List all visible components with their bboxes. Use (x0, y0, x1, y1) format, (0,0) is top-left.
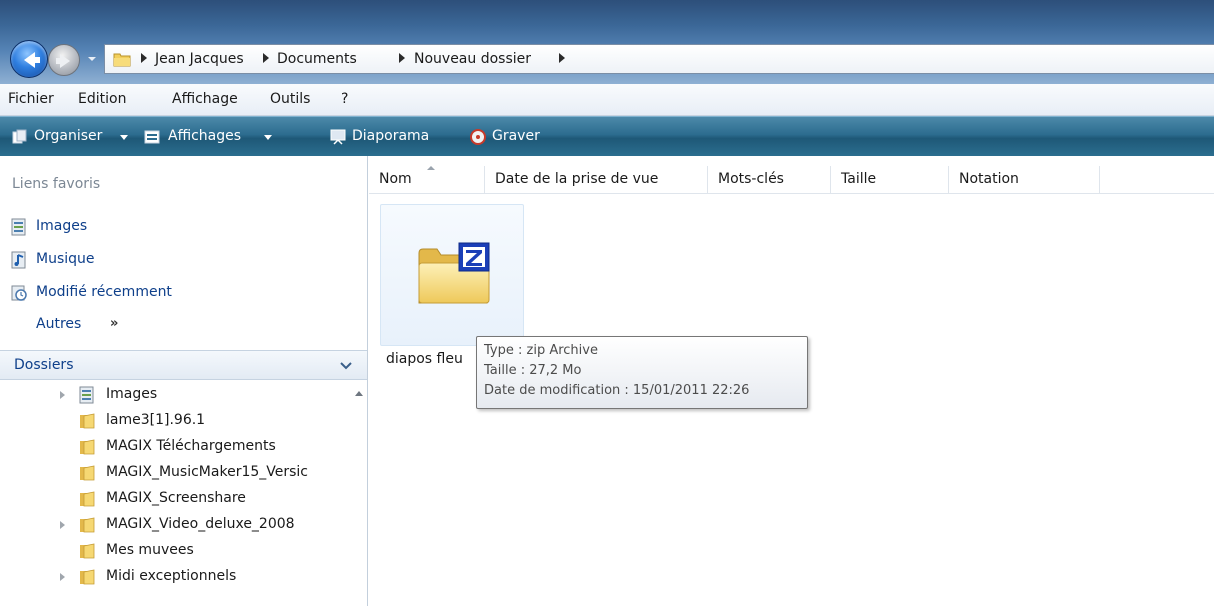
tree-item-label: Mes muvees (106, 542, 194, 558)
column-label: Taille (841, 171, 877, 187)
navigation-pane: Liens favoris Images Musique Modifié réc… (0, 156, 368, 606)
recent-icon (11, 285, 27, 301)
graver-label: Graver (492, 128, 540, 144)
column-taille[interactable]: Taille (831, 166, 949, 194)
menu-help[interactable]: ? (341, 91, 348, 107)
address-bar: Jean Jacques Documents Nouveau dossier (0, 0, 1214, 84)
tree-item-label: MAGIX_Screenshare (106, 490, 246, 506)
menu-bar: Fichier Edition Affichage Outils ? (0, 84, 1214, 116)
organiser-icon (12, 129, 27, 144)
forward-button[interactable] (48, 44, 80, 76)
views-icon (144, 130, 160, 144)
folder-icon (80, 491, 95, 507)
folder-tree: Images lame3[1].96.1 MAGIX Téléchargements… (0, 381, 350, 606)
folder-icon (80, 413, 95, 429)
menu-affichage[interactable]: Affichage (172, 91, 238, 107)
expand-arrow-icon[interactable] (60, 521, 65, 529)
tree-item[interactable]: MAGIX_Video_deluxe_2008 (0, 512, 350, 538)
address-field[interactable]: Jean Jacques Documents Nouveau dossier (104, 44, 1214, 74)
breadcrumb-jean-jacques[interactable]: Jean Jacques (155, 51, 244, 67)
tree-item[interactable]: Midi exceptionnels (0, 564, 350, 590)
column-nom[interactable]: Nom (369, 166, 485, 194)
file-list-pane: Nom Date de la prise de vue Mots-clés Ta… (369, 156, 1214, 606)
history-dropdown[interactable] (86, 52, 98, 66)
chevron-down-icon (88, 57, 96, 61)
tree-item[interactable]: Images (0, 382, 350, 408)
tooltip-size: Taille : 27,2 Mo (484, 363, 582, 378)
file-name[interactable]: diapos fleu (386, 351, 463, 367)
menu-fichier[interactable]: Fichier (8, 91, 54, 107)
command-bar: Organiser Affichages Diaporama Graver (0, 116, 1214, 156)
images-folder-icon (79, 386, 94, 404)
breadcrumb-nouveau-dossier[interactable]: Nouveau dossier (414, 51, 531, 67)
menu-edition[interactable]: Edition (78, 91, 126, 107)
back-arrow-icon (24, 52, 40, 68)
tooltip-modified: Date de modification : 15/01/2011 22:26 (484, 383, 750, 398)
tree-item-label: MAGIX Téléchargements (106, 438, 276, 454)
expand-arrow-icon[interactable] (60, 391, 65, 399)
folders-header[interactable]: Dossiers (0, 350, 367, 380)
breadcrumb-separator-icon (263, 53, 269, 63)
zip-folder-icon (418, 242, 490, 304)
sort-ascending-icon (427, 166, 435, 170)
affichages-label: Affichages (168, 128, 242, 144)
folders-label: Dossiers (14, 357, 74, 373)
scroll-up-icon[interactable] (355, 391, 363, 396)
column-date-prise-de-vue[interactable]: Date de la prise de vue (485, 166, 708, 194)
column-notation[interactable]: Notation (949, 166, 1100, 194)
folder-icon (113, 53, 131, 67)
tree-item-label: MAGIX_Video_deluxe_2008 (106, 516, 295, 532)
chevron-down-icon (120, 135, 128, 140)
column-label: Date de la prise de vue (495, 171, 659, 187)
chevron-down-icon (264, 135, 272, 140)
tree-item[interactable]: MAGIX_Screenshare (0, 486, 350, 512)
organiser-label: Organiser (34, 128, 103, 144)
menu-outils[interactable]: Outils (270, 91, 310, 107)
back-button[interactable] (10, 40, 48, 78)
forward-arrow-icon (56, 54, 70, 68)
file-tooltip: Type : zip Archive Taille : 27,2 Mo Date… (476, 336, 808, 409)
burn-disc-icon (470, 129, 486, 145)
folder-icon (80, 569, 95, 585)
music-icon (11, 251, 26, 269)
chevron-down-icon[interactable] (340, 361, 352, 371)
folder-icon (80, 543, 95, 559)
images-icon (11, 218, 26, 236)
folder-icon (80, 517, 95, 533)
tree-item[interactable]: MAGIX_MusicMaker15_Versic (0, 460, 350, 486)
double-chevron-right-icon[interactable]: » (110, 316, 118, 331)
folder-icon (80, 439, 95, 455)
favorite-label: Images (36, 218, 88, 234)
favorites-header: Liens favoris (12, 176, 101, 192)
tree-item-label: MAGIX_MusicMaker15_Versic (106, 464, 309, 480)
column-label: Notation (959, 171, 1019, 187)
column-label: Nom (379, 171, 412, 187)
tree-item-label: Images (106, 386, 158, 402)
tree-item[interactable]: Mes muvees (0, 538, 350, 564)
favorite-label: Musique (36, 251, 95, 267)
slideshow-icon (330, 129, 346, 145)
expand-arrow-icon[interactable] (60, 573, 65, 581)
column-mots-cles[interactable]: Mots-clés (708, 166, 831, 194)
breadcrumb-separator-icon[interactable] (559, 53, 565, 63)
tree-scrollbar[interactable] (351, 381, 367, 606)
breadcrumb-documents[interactable]: Documents (277, 51, 357, 67)
tree-item[interactable]: lame3[1].96.1 (0, 408, 350, 434)
tree-item-label: lame3[1].96.1 (106, 412, 206, 428)
diaporama-label: Diaporama (352, 128, 430, 144)
tooltip-type: Type : zip Archive (484, 343, 598, 358)
favorite-label: Modifié récemment (36, 284, 172, 300)
folder-icon (80, 465, 95, 481)
more-links[interactable]: Autres (36, 316, 81, 332)
file-item-zip[interactable] (380, 204, 524, 346)
tree-item-label: Midi exceptionnels (106, 568, 237, 584)
breadcrumb-separator-icon (399, 53, 405, 63)
column-label: Mots-clés (718, 171, 784, 187)
column-headers: Nom Date de la prise de vue Mots-clés Ta… (369, 166, 1214, 194)
breadcrumb-separator-icon (141, 53, 147, 63)
tree-item[interactable]: MAGIX Téléchargements (0, 434, 350, 460)
